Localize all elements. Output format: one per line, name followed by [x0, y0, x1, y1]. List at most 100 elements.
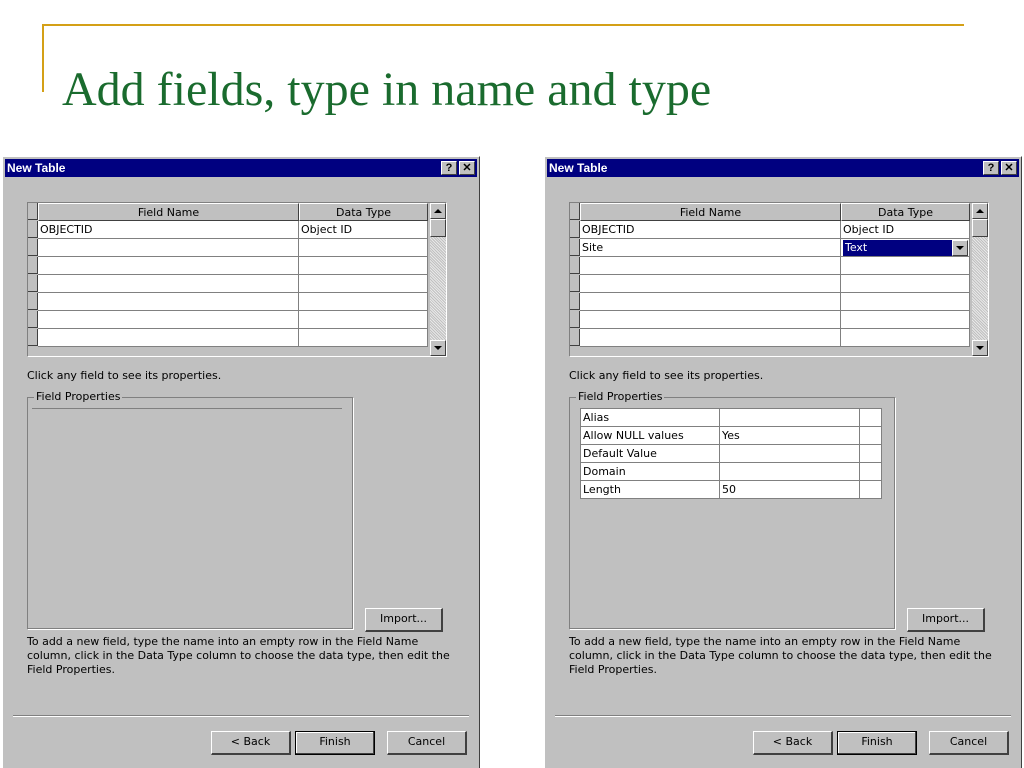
scroll-up-button[interactable] — [972, 203, 988, 219]
row-selector[interactable] — [570, 275, 580, 292]
property-value[interactable] — [720, 445, 860, 463]
help-button[interactable]: ? — [441, 161, 457, 175]
property-value[interactable]: 50 — [720, 481, 860, 499]
data-type-cell[interactable]: Object ID — [841, 221, 970, 239]
data-type-cell[interactable]: Object ID — [299, 221, 428, 239]
scroll-down-button[interactable] — [972, 340, 988, 356]
data-type-cell[interactable] — [299, 293, 428, 311]
row-selector[interactable] — [28, 203, 38, 220]
table-row: OBJECTID Object ID — [28, 221, 428, 239]
field-name-cell[interactable] — [580, 293, 841, 311]
slide-title: Add fields, type in name and type — [62, 63, 712, 116]
property-value[interactable]: Yes — [720, 427, 860, 445]
row-selector[interactable] — [28, 275, 38, 292]
data-type-cell[interactable] — [841, 329, 970, 347]
field-name-cell[interactable] — [580, 257, 841, 275]
row-selector[interactable] — [28, 329, 38, 346]
field-name-cell[interactable]: Site — [580, 239, 841, 257]
back-button[interactable]: < Back — [753, 731, 833, 755]
property-name: Length — [581, 481, 720, 499]
data-type-cell[interactable] — [841, 275, 970, 293]
import-button[interactable]: Import... — [907, 608, 985, 632]
close-button[interactable]: ✕ — [459, 161, 475, 175]
row-selector[interactable] — [570, 257, 580, 274]
close-button[interactable]: ✕ — [1001, 161, 1017, 175]
property-row: Alias — [581, 409, 882, 427]
field-name-cell[interactable] — [38, 239, 299, 257]
scroll-down-button[interactable] — [430, 340, 446, 356]
property-extra-cell[interactable] — [860, 445, 882, 463]
arrow-up-icon — [434, 209, 442, 213]
row-selector[interactable] — [570, 239, 580, 256]
row-selector[interactable] — [28, 311, 38, 328]
finish-button[interactable]: Finish — [295, 731, 375, 755]
property-extra-cell[interactable] — [860, 481, 882, 499]
data-type-cell[interactable] — [299, 311, 428, 329]
property-extra-cell[interactable] — [860, 463, 882, 481]
cancel-button[interactable]: Cancel — [929, 731, 1009, 755]
vertical-scrollbar[interactable] — [430, 203, 446, 356]
row-selector[interactable] — [28, 293, 38, 310]
arrow-down-icon — [976, 346, 984, 350]
window-titlebar[interactable]: New Table ? ✕ — [5, 159, 477, 177]
table-row — [28, 329, 428, 347]
row-selector[interactable] — [28, 221, 38, 238]
row-selector[interactable] — [28, 257, 38, 274]
column-header-field-name[interactable]: Field Name — [38, 203, 299, 221]
data-type-cell[interactable] — [841, 311, 970, 329]
field-name-cell[interactable] — [38, 293, 299, 311]
property-value[interactable] — [720, 463, 860, 481]
data-type-cell[interactable]: Text — [841, 239, 970, 257]
data-type-cell[interactable] — [299, 257, 428, 275]
finish-button[interactable]: Finish — [837, 731, 917, 755]
field-name-cell[interactable] — [580, 275, 841, 293]
cancel-button[interactable]: Cancel — [387, 731, 467, 755]
data-type-cell[interactable] — [299, 329, 428, 347]
import-button[interactable]: Import... — [365, 608, 443, 632]
field-name-cell[interactable] — [580, 329, 841, 347]
field-name-cell[interactable] — [580, 311, 841, 329]
data-type-cell[interactable] — [299, 275, 428, 293]
data-type-cell[interactable] — [299, 239, 428, 257]
row-selector[interactable] — [570, 221, 580, 238]
field-properties-group: Field Properties — [27, 391, 353, 629]
column-header-field-name[interactable]: Field Name — [580, 203, 841, 221]
table-row — [570, 275, 970, 293]
column-header-data-type[interactable]: Data Type — [841, 203, 970, 221]
chevron-down-icon — [956, 246, 964, 250]
property-extra-cell[interactable] — [860, 427, 882, 445]
instructions-text: To add a new field, type the name into a… — [569, 635, 992, 676]
row-selector[interactable] — [570, 329, 580, 346]
row-selector[interactable] — [570, 311, 580, 328]
window-titlebar[interactable]: New Table ? ✕ — [547, 159, 1019, 177]
row-selector[interactable] — [570, 203, 580, 220]
data-type-cell[interactable] — [841, 293, 970, 311]
scroll-up-button[interactable] — [430, 203, 446, 219]
field-name-cell[interactable] — [38, 311, 299, 329]
table-row — [570, 329, 970, 347]
dropdown-button[interactable] — [952, 240, 968, 256]
table-row — [28, 311, 428, 329]
row-selector[interactable] — [570, 293, 580, 310]
data-type-cell[interactable] — [841, 257, 970, 275]
scroll-thumb[interactable] — [972, 219, 988, 237]
grid-header-row: Field Name Data Type — [28, 203, 428, 221]
property-value[interactable] — [720, 409, 860, 427]
back-button[interactable]: < Back — [211, 731, 291, 755]
field-name-cell[interactable]: OBJECTID — [38, 221, 299, 239]
row-selector[interactable] — [28, 239, 38, 256]
field-name-cell[interactable] — [38, 329, 299, 347]
data-type-dropdown[interactable]: Text — [843, 240, 968, 256]
field-name-cell[interactable] — [38, 275, 299, 293]
property-name: Allow NULL values — [581, 427, 720, 445]
scroll-thumb[interactable] — [430, 219, 446, 237]
field-name-cell[interactable]: OBJECTID — [580, 221, 841, 239]
divider — [32, 408, 342, 409]
group-title: Field Properties — [34, 390, 123, 403]
property-extra-cell[interactable] — [860, 409, 882, 427]
property-row: Length 50 — [581, 481, 882, 499]
field-name-cell[interactable] — [38, 257, 299, 275]
vertical-scrollbar[interactable] — [972, 203, 988, 356]
column-header-data-type[interactable]: Data Type — [299, 203, 428, 221]
help-button[interactable]: ? — [983, 161, 999, 175]
